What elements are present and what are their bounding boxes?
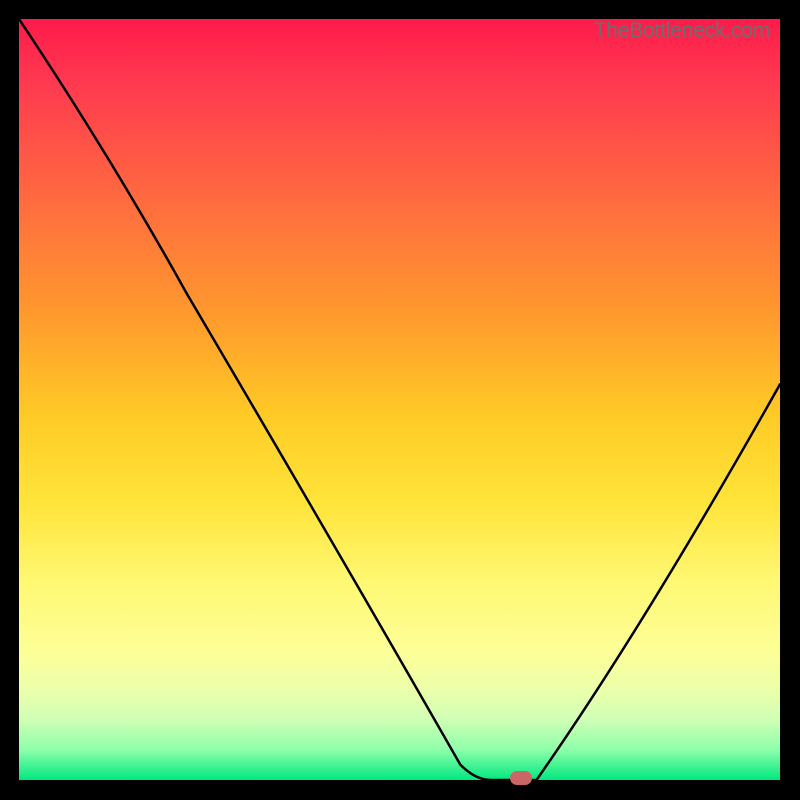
bottleneck-curve — [19, 19, 780, 780]
chart-container: TheBottleneck.com — [0, 0, 800, 800]
plot-area: TheBottleneck.com — [19, 19, 780, 780]
optimum-marker — [510, 771, 532, 785]
